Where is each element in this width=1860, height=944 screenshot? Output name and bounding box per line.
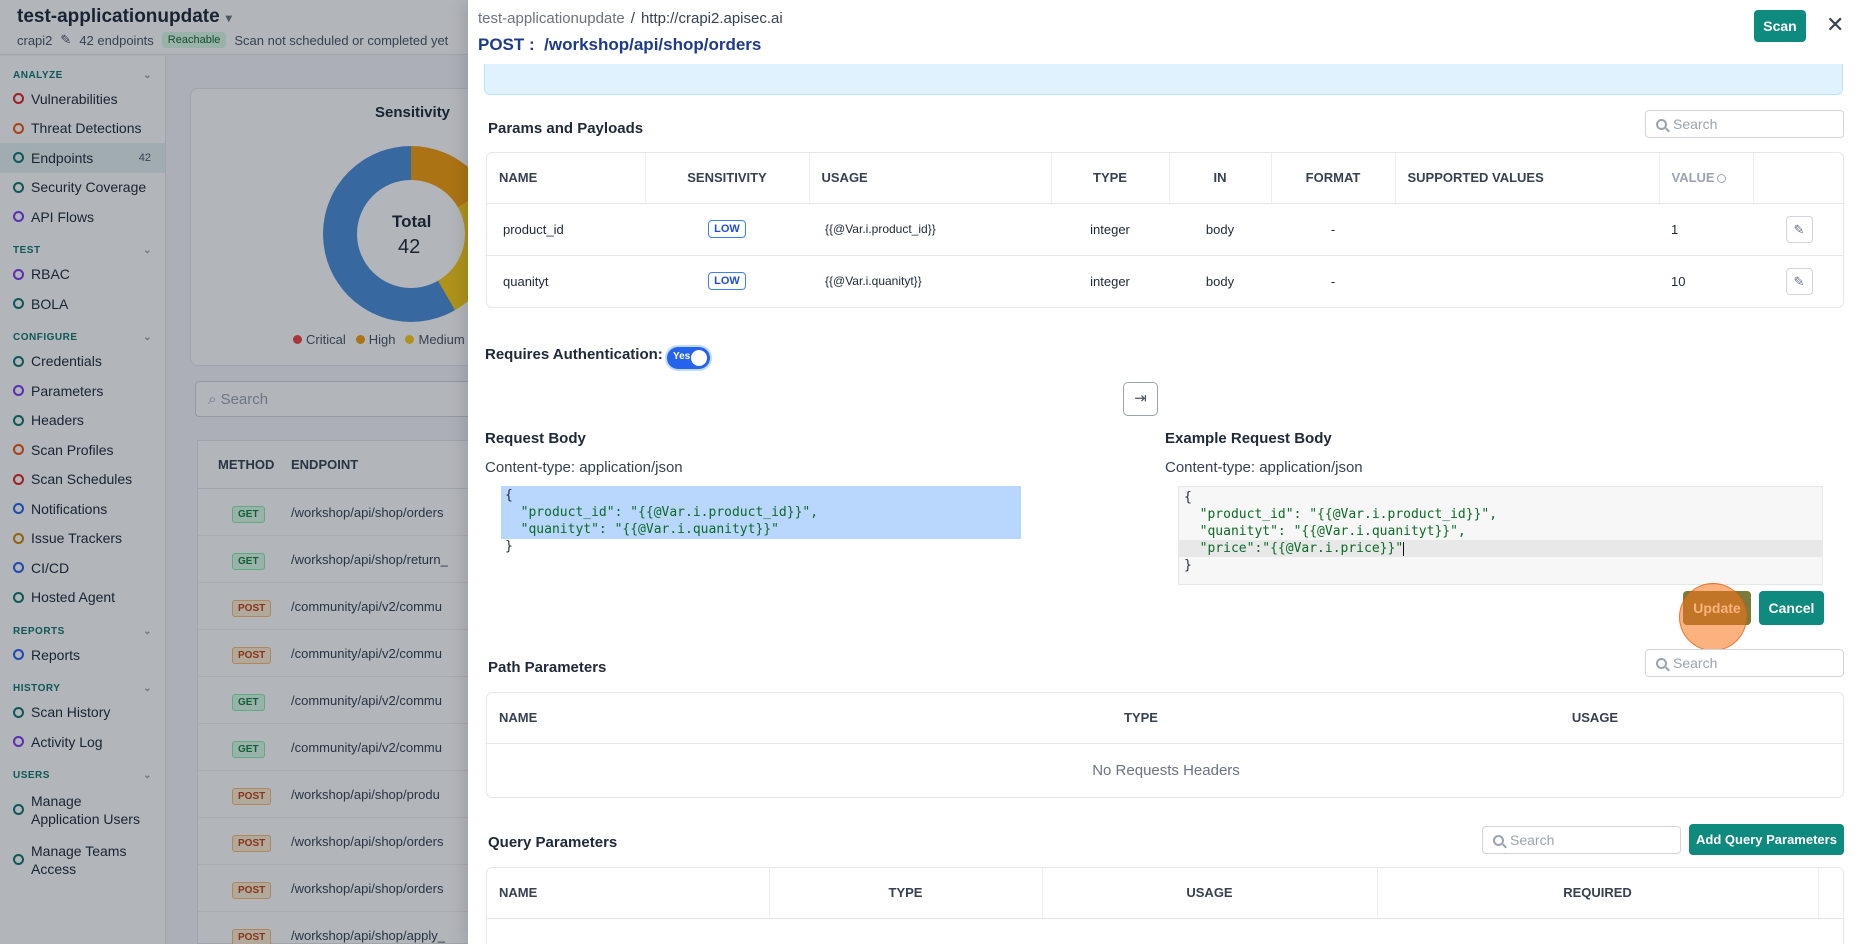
query-params-header-row: NAME TYPE USAGE REQUIRED (487, 868, 1843, 919)
col-value: VALUE (1659, 153, 1754, 204)
modal-backdrop[interactable] (0, 0, 468, 944)
col-usage: USAGE (1042, 868, 1378, 919)
table-row: product_id LOW {{@Var.i.product_id}} int… (487, 203, 1843, 256)
col-supported-values: SUPPORTED VALUES (1395, 153, 1660, 204)
empty-message: No Requests Headers (1092, 761, 1240, 779)
col-name: NAME (487, 153, 646, 204)
collapse-panel-icon[interactable]: ⇥ (1123, 382, 1158, 416)
info-panel (484, 64, 1843, 95)
param-value: 10 (1671, 273, 1686, 289)
col-in: IN (1169, 153, 1272, 204)
col-type: TYPE (1051, 153, 1170, 204)
param-supported (1395, 255, 1659, 307)
example-body-title: Example Request Body (1165, 430, 1332, 447)
params-search-input[interactable] (1673, 116, 1843, 132)
query-params-search[interactable] (1482, 826, 1681, 854)
query-params-search-input[interactable] (1510, 832, 1680, 848)
breadcrumb-host: http://crapi2.apisec.ai (640, 10, 783, 27)
request-body-title: Request Body (485, 430, 586, 447)
param-format: - (1330, 273, 1336, 289)
params-header-row: NAME SENSITIVITY USAGE TYPE IN FORMAT SU… (487, 153, 1843, 204)
request-body-content-type: Content-type: application/json (485, 459, 683, 476)
drawer-header: test-applicationupdate / http://crapi2.api… (468, 0, 1860, 64)
search-icon (1656, 118, 1667, 130)
param-usage: {{@Var.i.product_id}} (809, 203, 1051, 256)
scan-button[interactable]: Scan (1754, 10, 1806, 42)
close-icon[interactable]: ✕ (1826, 12, 1844, 38)
query-params-table: NAME TYPE USAGE REQUIRED (486, 867, 1844, 944)
query-params-title: Query Parameters (488, 834, 618, 851)
param-name: product_id (487, 203, 645, 256)
col-type: TYPE (769, 868, 1043, 919)
param-usage: {{@Var.i.quanityt}} (825, 274, 922, 289)
col-required: REQUIRED (1377, 868, 1819, 919)
endpoint-detail-drawer: test-applicationupdate / http://crapi2.api… (468, 0, 1860, 944)
col-format: FORMAT (1271, 153, 1396, 204)
params-search[interactable] (1645, 110, 1844, 138)
param-type: integer (1051, 203, 1169, 256)
sensitivity-badge: LOW (708, 272, 746, 291)
info-icon[interactable] (1716, 174, 1726, 184)
param-in: body (1169, 203, 1271, 256)
col-name: NAME (487, 693, 937, 744)
path-params-header-row: NAME TYPE USAGE (487, 693, 1843, 744)
cancel-button[interactable]: Cancel (1759, 591, 1824, 625)
col-usage: USAGE (1345, 693, 1843, 744)
col-usage: USAGE (809, 153, 1052, 204)
toggle-label: Yes (673, 351, 691, 362)
toggle-knob (691, 350, 707, 366)
param-name: quanityt (503, 273, 549, 289)
empty-row: No Requests Headers (487, 743, 1843, 797)
update-button[interactable]: Update (1683, 591, 1751, 625)
search-icon (1493, 834, 1504, 846)
example-body-content-type: Content-type: application/json (1165, 459, 1363, 476)
endpoint-title: POST : /workshop/api/shop/orders (478, 35, 762, 54)
path-params-search[interactable] (1645, 649, 1844, 677)
requires-auth-label: Requires Authentication: (485, 346, 663, 363)
table-row: quanityt LOW {{@Var.i.quanityt}} integer… (487, 255, 1843, 307)
text-caret (1403, 541, 1405, 556)
col-actions (1753, 153, 1843, 204)
param-in: body (1205, 273, 1235, 289)
sensitivity-badge: LOW (708, 220, 746, 238)
param-type: integer (1090, 273, 1130, 289)
edit-pencil-icon[interactable]: ✎ (1785, 267, 1813, 295)
param-value: 1 (1659, 203, 1753, 256)
add-query-parameters-button[interactable]: Add Query Parameters (1689, 824, 1844, 855)
col-actions (1818, 868, 1843, 919)
requires-auth-toggle[interactable]: Yes (667, 347, 710, 369)
breadcrumb-app[interactable]: test-applicationupdate (478, 10, 625, 27)
edit-pencil-icon[interactable]: ✎ (1785, 215, 1813, 243)
breadcrumb: test-applicationupdate / http://crapi2.api… (478, 10, 783, 27)
request-body-editor[interactable]: { "product_id": "{{@Var.i.product_id}}",… (501, 486, 1021, 554)
col-name: NAME (487, 868, 770, 919)
path-params-search-input[interactable] (1673, 655, 1843, 671)
example-body-editor[interactable]: { "product_id": "{{@Var.i.product_id}}",… (1178, 486, 1823, 585)
params-table: NAME SENSITIVITY USAGE TYPE IN FORMAT SU… (486, 152, 1844, 308)
col-sensitivity: SENSITIVITY (645, 153, 810, 204)
param-format: - (1271, 203, 1395, 256)
params-title: Params and Payloads (488, 120, 644, 137)
param-supported (1395, 203, 1659, 256)
col-type: TYPE (937, 693, 1345, 744)
path-params-table: NAME TYPE USAGE No Requests Headers (486, 692, 1844, 798)
search-icon (1656, 657, 1667, 669)
path-params-title: Path Parameters (488, 659, 607, 676)
